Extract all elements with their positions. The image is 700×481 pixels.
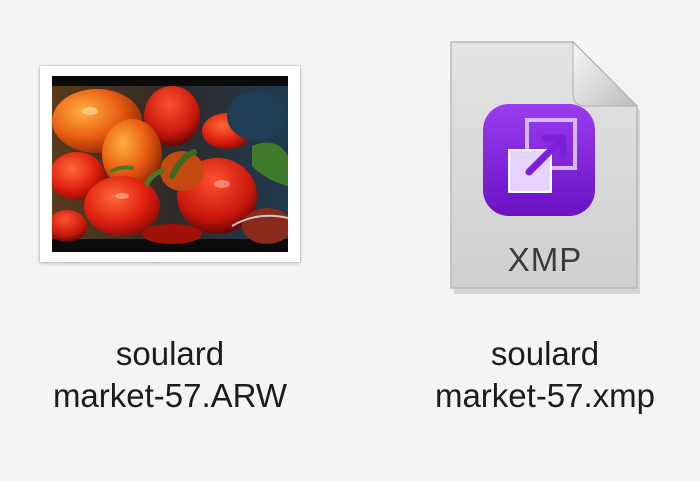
file-name-line1: soulard — [490, 335, 600, 372]
file-name-label[interactable]: soulard market-57.ARW — [10, 333, 330, 417]
photo-thumbnail-icon — [40, 66, 300, 262]
file-name-line1: soulard — [115, 335, 225, 372]
file-item-xmp[interactable]: XMP soulard market-57.xmp — [385, 0, 700, 481]
file-name-line2: market-57.ARW — [52, 377, 288, 414]
peppers-photo — [52, 76, 288, 252]
file-name-label[interactable]: soulard market-57.xmp — [385, 333, 700, 417]
xmp-document-icon: XMP — [447, 38, 643, 296]
file-item-arw[interactable]: soulard market-57.ARW — [10, 0, 330, 481]
xmp-badge-label: XMP — [507, 241, 583, 278]
file-name-line2: market-57.xmp — [434, 377, 656, 414]
